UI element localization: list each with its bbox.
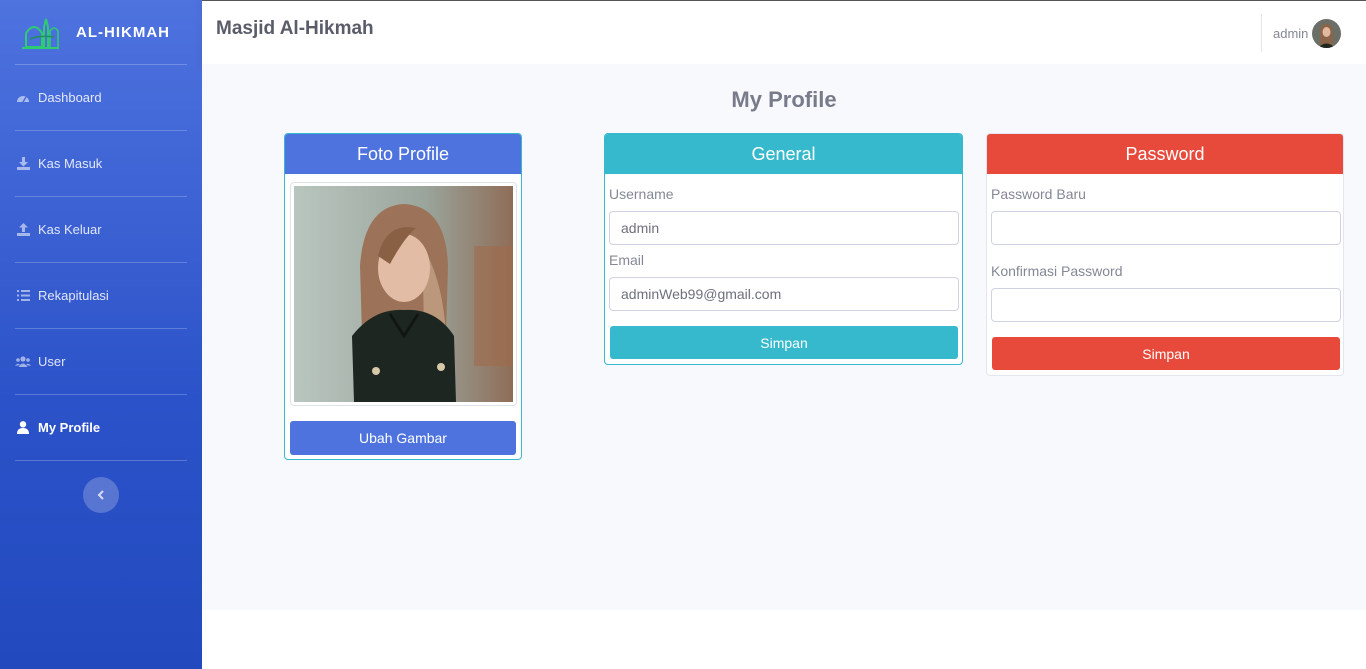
new-password-field[interactable] (991, 211, 1341, 245)
mosque-logo-icon (22, 18, 59, 49)
profile-photo-frame (290, 182, 517, 406)
user-icon (15, 421, 31, 435)
email-label: Email (609, 252, 645, 268)
page-title: My Profile (731, 87, 837, 112)
card-header-password: Password (987, 134, 1343, 174)
sidebar-toggle-button[interactable] (83, 477, 119, 513)
sidebar-item-rekapitulasi[interactable]: Rekapitulasi (0, 263, 202, 328)
sidebar-item-my-profile[interactable]: My Profile (0, 395, 202, 460)
list-icon (15, 289, 31, 303)
avatar[interactable] (1312, 19, 1341, 48)
chevron-left-icon (97, 490, 104, 500)
site-title: Masjid Al-Hikmah (216, 18, 374, 39)
general-card: General Username Email Simpan (604, 133, 963, 365)
topbar-divider (1261, 14, 1262, 52)
sidebar-item-label: Dashboard (38, 90, 102, 105)
confirm-password-label: Konfirmasi Password (991, 263, 1123, 279)
username-label: Username (609, 186, 674, 202)
sidebar-toggle-wrap (0, 461, 202, 513)
sidebar-item-kas-keluar[interactable]: Kas Keluar (0, 197, 202, 262)
sidebar-item-label: User (38, 354, 66, 369)
upload-icon (15, 223, 31, 237)
username-field[interactable] (609, 211, 959, 245)
save-password-button[interactable]: Simpan (992, 337, 1340, 370)
brand[interactable]: AL-HIKMAH (0, 0, 202, 64)
user-name[interactable]: admin (1273, 26, 1308, 41)
topbar: Masjid Al-Hikmah admin (202, 0, 1366, 64)
password-card: Password Password Baru Konfirmasi Passwo… (986, 133, 1344, 376)
save-general-button[interactable]: Simpan (610, 326, 958, 359)
email-field[interactable] (609, 277, 959, 311)
card-header-general: General (605, 134, 962, 174)
download-icon (15, 157, 31, 171)
card-header-foto-profile: Foto Profile (285, 134, 521, 174)
confirm-password-field[interactable] (991, 288, 1341, 322)
sidebar-item-label: Kas Keluar (38, 222, 102, 237)
main-content: My Profile Foto Profile Ubah Gambar Gene… (202, 64, 1366, 610)
sidebar-item-dashboard[interactable]: Dashboard (0, 65, 202, 130)
new-password-label: Password Baru (991, 186, 1086, 202)
profile-photo (294, 186, 513, 402)
brand-name: AL-HIKMAH (76, 23, 170, 41)
tachometer-icon (15, 91, 31, 105)
profile-photo-card: Foto Profile Ubah Gambar (284, 133, 522, 460)
change-photo-button[interactable]: Ubah Gambar (290, 421, 516, 455)
sidebar-item-label: Rekapitulasi (38, 288, 109, 303)
sidebar: AL-HIKMAH Dashboard Kas Masuk Kas Keluar… (0, 0, 202, 669)
sidebar-item-kas-masuk[interactable]: Kas Masuk (0, 131, 202, 196)
sidebar-item-user[interactable]: User (0, 329, 202, 394)
sidebar-item-label: Kas Masuk (38, 156, 103, 171)
sidebar-item-label: My Profile (38, 420, 101, 435)
users-icon (15, 355, 31, 369)
